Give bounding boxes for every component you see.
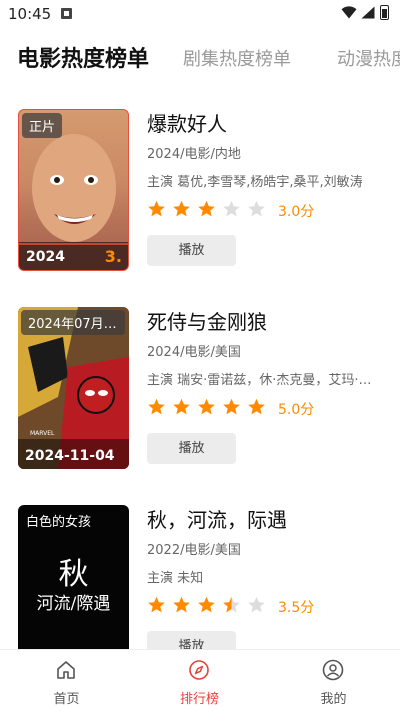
nav-ranking-label: 排行榜: [179, 692, 219, 707]
star-filled-icon: [148, 200, 165, 217]
poster-tag: 白色的女孩: [26, 515, 92, 530]
home-icon: [57, 661, 75, 679]
star-filled-icon: [173, 596, 190, 613]
star-filled-icon: [198, 596, 215, 613]
movie-title[interactable]: 秋，河流，际遇: [147, 505, 387, 535]
ranking-tabs: 电影热度榜单 剧集热度榜单 动漫热度榜单: [0, 40, 400, 76]
poster-sub-text: 河流/際遇: [36, 594, 111, 614]
poster-score: 3.: [104, 247, 122, 266]
movie-cast: 主演 葛优,李雪琴,杨皓宇,桑平,刘敏涛: [147, 175, 363, 190]
item-info: 爆款好人 2024/电影/内地 主演 葛优,李雪琴,杨皓宇,桑平,刘敏涛 3.0…: [147, 109, 387, 266]
poster-year: 2024-11-04: [25, 448, 115, 464]
list-item[interactable]: MARVEL 2024年07月2... 2024-11-04 死侍与金刚狼 20…: [0, 286, 400, 476]
star-rating: 3.5分: [147, 596, 387, 618]
play-button[interactable]: 播放: [147, 433, 236, 464]
movie-cast: 主演 瑞安·雷诺兹，休·杰克曼，艾玛·科...: [147, 373, 375, 388]
rating-text: 3.0分: [278, 204, 315, 220]
movie-meta: 2022/电影/美国: [147, 543, 241, 558]
movie-title[interactable]: 死侍与金刚狼: [147, 307, 387, 337]
poster-image[interactable]: 正片 2024 3.: [18, 109, 129, 271]
battery-icon: [380, 5, 389, 20]
nav-home[interactable]: 首页: [0, 650, 133, 711]
poster-big-text: 秋: [58, 557, 89, 592]
star-empty-icon: [223, 200, 240, 217]
poster-image[interactable]: MARVEL 2024年07月2... 2024-11-04: [18, 307, 129, 469]
poster-tag: 2024年07月2...: [21, 310, 125, 335]
play-button[interactable]: 播放: [147, 235, 236, 266]
wifi-icon: [341, 6, 357, 19]
item-info: 死侍与金刚狼 2024/电影/美国 主演 瑞安·雷诺兹，休·杰克曼，艾玛·科..…: [147, 307, 387, 464]
stars-container: [147, 200, 272, 222]
tab-movie-ranking[interactable]: 电影热度榜单: [17, 41, 149, 73]
star-empty-icon: [248, 200, 265, 217]
bottom-nav: 首页 排行榜 我的: [0, 649, 400, 711]
tab-series-ranking[interactable]: 剧集热度榜单: [183, 45, 291, 71]
star-filled-icon: [148, 398, 165, 415]
stars-container: [147, 596, 272, 618]
profile-icon: [322, 659, 344, 681]
poster-year: 2024: [26, 249, 65, 265]
movie-list[interactable]: 正片 2024 3. 爆款好人 2024/电影/内地 主演 葛优,李雪琴,杨皓宇…: [0, 88, 400, 650]
movie-title[interactable]: 爆款好人: [147, 109, 387, 139]
play-button[interactable]: 播放: [147, 631, 236, 650]
svg-text:MARVEL: MARVEL: [30, 430, 55, 437]
star-half-icon: [223, 596, 240, 613]
tab-anime-ranking[interactable]: 动漫热度榜单: [337, 45, 400, 71]
star-filled-icon: [148, 596, 165, 613]
nav-profile-label: 我的: [320, 692, 347, 707]
poster-tag: 正片: [22, 113, 63, 138]
nav-home-label: 首页: [53, 692, 80, 707]
star-empty-icon: [248, 596, 265, 613]
star-filled-icon: [248, 398, 265, 415]
stars-container: [147, 398, 272, 420]
status-time: 10:45: [8, 5, 52, 23]
rating-text: 5.0分: [278, 402, 315, 418]
nav-profile[interactable]: 我的: [267, 650, 400, 711]
movie-meta: 2024/电影/美国: [147, 345, 241, 360]
signal-icon: [361, 6, 375, 19]
list-item[interactable]: 白色的女孩 秋 河流/際遇 秋，河流，际遇 2022/电影/美国 主演 未知 3…: [0, 484, 400, 650]
star-rating: 5.0分: [147, 398, 387, 420]
item-info: 秋，河流，际遇 2022/电影/美国 主演 未知 3.5分 播放: [147, 505, 387, 650]
star-filled-icon: [173, 200, 190, 217]
star-filled-icon: [198, 398, 215, 415]
star-rating: 3.0分: [147, 200, 387, 222]
star-filled-icon: [223, 398, 240, 415]
poster-image[interactable]: 白色的女孩 秋 河流/際遇: [18, 505, 129, 650]
compass-icon: [189, 660, 209, 680]
movie-meta: 2024/电影/内地: [147, 147, 241, 162]
star-filled-icon: [198, 200, 215, 217]
status-bar: 10:45: [0, 0, 400, 28]
list-item[interactable]: 正片 2024 3. 爆款好人 2024/电影/内地 主演 葛优,李雪琴,杨皓宇…: [0, 88, 400, 278]
sim-card-icon: [61, 8, 72, 19]
movie-cast: 主演 未知: [147, 571, 204, 586]
nav-ranking[interactable]: 排行榜: [133, 650, 266, 711]
star-filled-icon: [173, 398, 190, 415]
rating-text: 3.5分: [278, 600, 315, 616]
